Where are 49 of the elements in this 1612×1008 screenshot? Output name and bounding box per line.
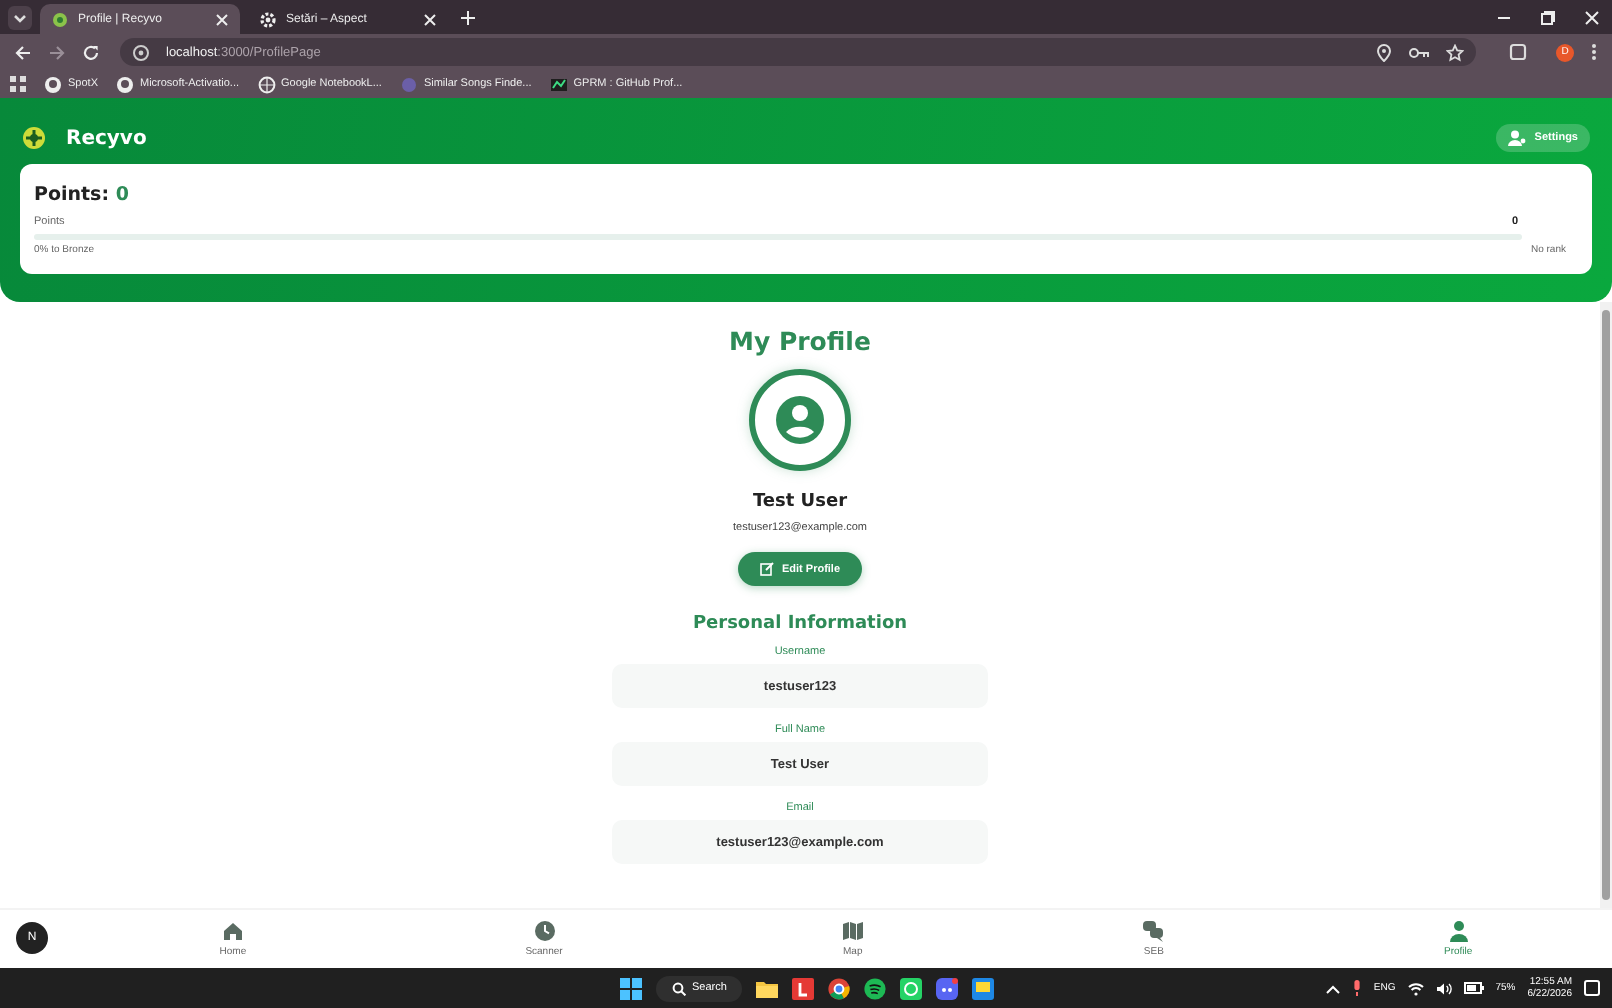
logo-icon <box>22 126 46 150</box>
user-gear-icon <box>1508 130 1527 146</box>
reload-icon[interactable] <box>82 43 100 61</box>
edit-icon <box>759 562 774 576</box>
forward-icon[interactable] <box>48 43 66 61</box>
spotify-icon[interactable] <box>864 977 887 999</box>
windows-start-icon[interactable] <box>620 977 642 999</box>
restore-icon[interactable] <box>1540 9 1556 25</box>
section-heading: Personal Information <box>692 614 908 634</box>
chart-icon <box>549 75 568 93</box>
chevron-up-icon[interactable] <box>1325 983 1340 993</box>
close-icon[interactable] <box>1584 9 1600 25</box>
caret-icon[interactable] <box>8 5 32 29</box>
whatsapp-icon[interactable] <box>900 977 923 999</box>
gear-icon <box>260 11 276 27</box>
location-pin-icon[interactable] <box>1376 43 1392 61</box>
close-icon[interactable] <box>424 13 436 25</box>
user-name: Test User <box>752 492 848 512</box>
discord-icon[interactable] <box>936 977 959 999</box>
key-icon[interactable] <box>1408 43 1430 61</box>
search-icon <box>672 981 686 995</box>
circle-icon <box>399 75 418 93</box>
speaker-icon[interactable] <box>1435 981 1452 995</box>
folder-icon[interactable] <box>756 977 779 999</box>
page-heading: My Profile <box>729 326 871 356</box>
brand-name: Recyvo <box>66 127 147 149</box>
microphone-icon[interactable] <box>1351 980 1362 996</box>
more-icon[interactable] <box>1590 42 1598 62</box>
app-icon[interactable] <box>972 977 995 999</box>
site-info-icon[interactable] <box>132 43 150 61</box>
globe-icon <box>257 75 275 93</box>
points-title: Points: 0 <box>34 184 131 206</box>
close-icon[interactable] <box>216 13 228 25</box>
chrome-icon[interactable] <box>828 977 851 999</box>
home-icon <box>221 920 244 942</box>
chat-icon <box>1142 920 1165 942</box>
avatar-icon <box>748 368 852 472</box>
star-icon[interactable] <box>1446 43 1464 61</box>
battery-icon[interactable] <box>1463 982 1484 994</box>
app-icon[interactable] <box>792 977 815 999</box>
map-icon <box>841 920 864 942</box>
scrollbar[interactable] <box>1600 302 1612 908</box>
clock-icon <box>533 920 555 942</box>
back-icon[interactable] <box>14 43 32 61</box>
plus-icon[interactable] <box>460 9 476 25</box>
wifi-icon[interactable] <box>1407 981 1424 995</box>
person-icon <box>1447 920 1470 942</box>
apps-grid-icon[interactable] <box>10 76 26 92</box>
extensions-icon[interactable] <box>1508 42 1528 62</box>
